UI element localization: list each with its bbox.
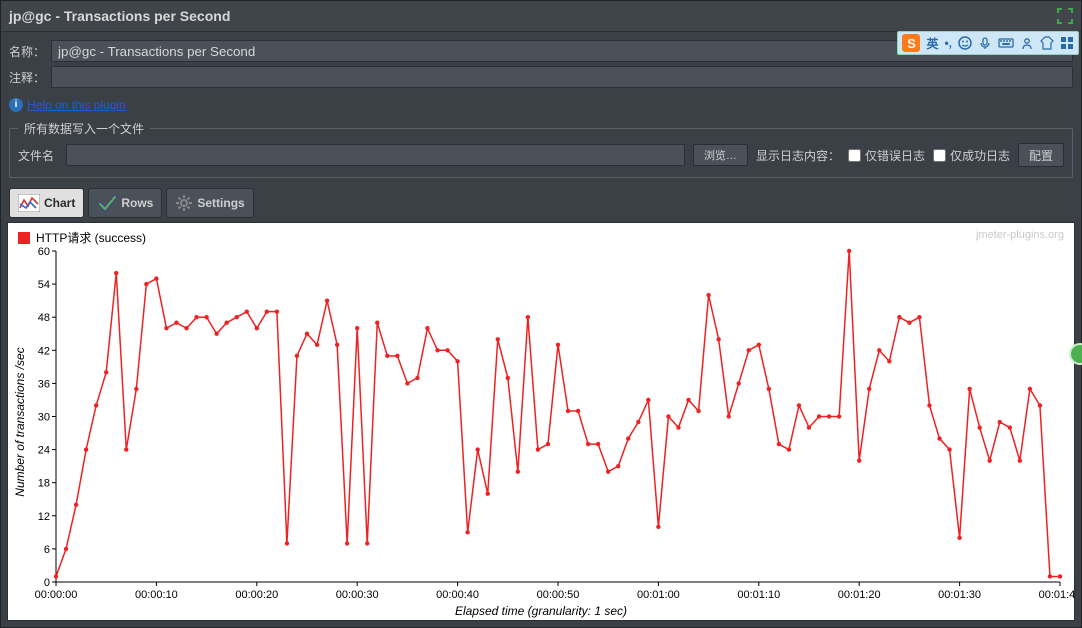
ime-punct-icon[interactable]: •,	[944, 36, 952, 50]
svg-text:36: 36	[38, 378, 50, 390]
svg-text:00:00:10: 00:00:10	[135, 589, 178, 601]
chart-line-icon	[18, 194, 40, 212]
svg-text:00:01:10: 00:01:10	[737, 589, 780, 601]
svg-text:00:00:40: 00:00:40	[436, 589, 479, 601]
svg-text:30: 30	[38, 412, 50, 424]
chart-area: HTTP请求 (success) jmeter-plugins.org Numb…	[7, 222, 1075, 621]
tab-rows[interactable]: Rows	[88, 188, 162, 218]
filename-label: 文件名	[18, 147, 58, 164]
svg-text:00:00:00: 00:00:00	[35, 589, 78, 601]
svg-text:24: 24	[38, 445, 50, 457]
title-bar: jp@gc - Transactions per Second	[1, 1, 1081, 32]
ime-keyboard-icon[interactable]	[998, 36, 1014, 50]
chart-svg: 0 6 12 18 24 30 36 42 48 54 60 00:00:00 00:00:10 00:0…	[8, 223, 1074, 620]
svg-text:0: 0	[44, 577, 50, 589]
tab-bar: Chart Rows Settings	[1, 184, 1081, 222]
svg-text:6: 6	[44, 544, 50, 556]
comment-label: 注释：	[9, 69, 51, 86]
svg-text:60: 60	[38, 246, 50, 258]
gear-icon	[175, 194, 193, 212]
svg-text:18: 18	[38, 478, 50, 490]
svg-text:00:01:00: 00:01:00	[637, 589, 680, 601]
checkmark-icon	[97, 194, 117, 212]
svg-text:54: 54	[38, 279, 50, 291]
file-write-fieldset: 所有数据写入一个文件 文件名 浏览… 显示日志内容： 仅错误日志 仅成功日志 配…	[9, 120, 1073, 178]
ime-lang[interactable]: 英	[926, 35, 938, 52]
svg-text:12: 12	[38, 511, 50, 523]
comment-input[interactable]	[51, 66, 1073, 88]
window-title: jp@gc - Transactions per Second	[9, 8, 230, 24]
svg-text:00:00:20: 00:00:20	[235, 589, 278, 601]
ime-person-icon[interactable]	[1020, 36, 1034, 50]
info-icon: i	[9, 98, 23, 112]
file-write-legend: 所有数据写入一个文件	[18, 120, 150, 137]
help-link[interactable]: Help on this plugin	[27, 98, 126, 112]
expand-icon[interactable]	[1057, 8, 1073, 24]
show-log-label: 显示日志内容：	[756, 147, 840, 164]
svg-text:48: 48	[38, 312, 50, 324]
ime-emoji-icon[interactable]	[958, 36, 972, 50]
filename-input[interactable]	[66, 144, 685, 166]
tab-settings[interactable]: Settings	[166, 188, 253, 218]
tab-chart[interactable]: Chart	[9, 188, 84, 218]
svg-text:00:01:40: 00:01:40	[1039, 589, 1074, 601]
svg-text:00:00:30: 00:00:30	[336, 589, 379, 601]
svg-text:00:00:50: 00:00:50	[537, 589, 580, 601]
svg-text:00:01:20: 00:01:20	[838, 589, 881, 601]
ime-toolbar[interactable]: S 英 •,	[897, 31, 1079, 55]
ime-toolbox-icon[interactable]	[1060, 36, 1074, 50]
name-label: 名称：	[9, 43, 51, 60]
only-success-checkbox[interactable]: 仅成功日志	[933, 147, 1010, 164]
svg-text:42: 42	[38, 345, 50, 357]
tab-rows-label: Rows	[121, 196, 153, 210]
ime-skin-icon[interactable]	[1040, 36, 1054, 50]
only-error-checkbox[interactable]: 仅错误日志	[848, 147, 925, 164]
sogou-logo-icon: S	[902, 34, 920, 52]
configure-button[interactable]: 配置	[1018, 143, 1064, 167]
browse-button[interactable]: 浏览…	[693, 144, 748, 166]
ime-mic-icon[interactable]	[978, 36, 992, 50]
tab-chart-label: Chart	[44, 196, 75, 210]
svg-text:00:01:30: 00:01:30	[938, 589, 981, 601]
tab-settings-label: Settings	[197, 196, 244, 210]
